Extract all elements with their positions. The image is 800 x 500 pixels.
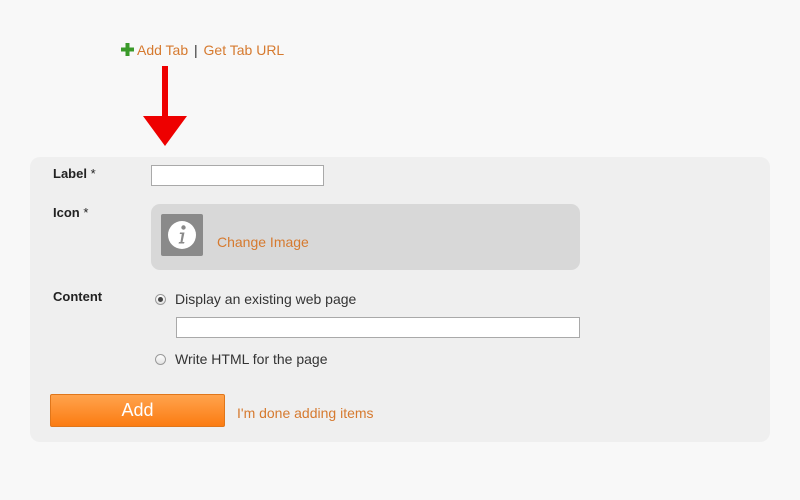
icon-field-title: Icon *	[53, 205, 88, 220]
info-icon	[168, 221, 196, 249]
arrow-down-icon	[143, 66, 187, 146]
get-tab-url-link[interactable]: Get Tab URL	[204, 42, 285, 58]
radio-write-html-label: Write HTML for the page	[175, 351, 328, 367]
content-field-title: Content	[53, 289, 103, 304]
content-option-existing-page[interactable]: Display an existing web page	[155, 291, 356, 307]
add-button[interactable]: Add	[50, 394, 225, 427]
radio-existing-page[interactable]	[155, 293, 166, 305]
icon-preview	[161, 214, 203, 256]
required-marker: *	[90, 166, 96, 181]
icon-picker: Change Image	[151, 204, 580, 270]
tab-toolbar: Add Tab | Get Tab URL	[121, 41, 284, 59]
content-option-write-html[interactable]: Write HTML for the page	[155, 351, 328, 367]
radio-write-html[interactable]	[155, 353, 166, 365]
label-input[interactable]	[151, 165, 324, 186]
add-tab-label: Add Tab	[137, 42, 189, 58]
label-title-text: Label	[53, 166, 87, 181]
link-separator: |	[194, 42, 198, 58]
change-image-link[interactable]: Change Image	[217, 234, 309, 250]
radio-existing-page-label: Display an existing web page	[175, 291, 357, 307]
required-marker: *	[83, 205, 89, 220]
plus-icon	[121, 43, 134, 56]
web-page-url-input[interactable]	[176, 317, 580, 338]
label-field-title: Label *	[53, 166, 96, 181]
add-tab-form: Label * Icon * Change Image Content Disp…	[30, 157, 770, 442]
icon-title-text: Icon	[53, 205, 80, 220]
done-adding-link[interactable]: I'm done adding items	[237, 405, 374, 421]
add-tab-link[interactable]: Add Tab	[121, 42, 192, 58]
